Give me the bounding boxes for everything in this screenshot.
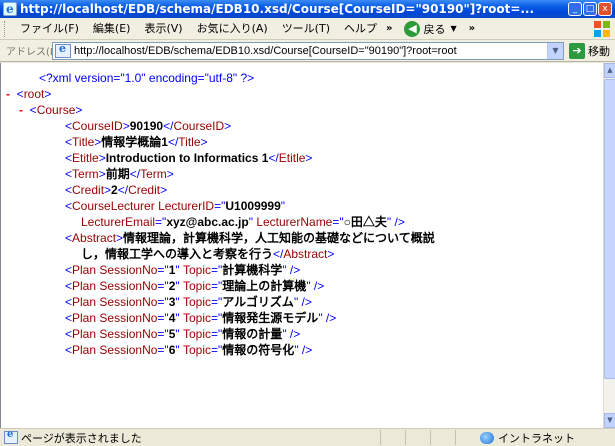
status-divider — [405, 430, 406, 445]
course-tag: Course — [36, 103, 76, 117]
scroll-up-icon[interactable]: ▲ — [604, 63, 615, 78]
vertical-scrollbar[interactable]: ▲ ▼ — [603, 63, 615, 428]
status-divider — [380, 430, 381, 445]
title-element: <Title>情報学概論1</Title> — [65, 135, 208, 149]
credit-element: <Credit>2</Credit> — [65, 183, 168, 197]
address-input[interactable]: http://localhost/EDB/schema/EDB10.xsd/Co… — [52, 41, 564, 60]
menu-bar: ファイル(F) 編集(E) 表示(V) お気に入り(A) ツール(T) ヘルプ … — [0, 18, 615, 40]
root-tag: root — [23, 87, 45, 101]
zone-label: イントラネット — [498, 431, 575, 445]
scroll-thumb[interactable] — [604, 79, 615, 379]
go-label: 移動 — [588, 44, 610, 58]
address-dropdown-icon[interactable]: ▼ — [547, 42, 563, 59]
term-element: <Term>前期</Term> — [65, 167, 174, 181]
window-title: http://localhost/EDB/schema/EDB10.xsd/Co… — [20, 2, 535, 16]
menu-favorites[interactable]: お気に入り(A) — [190, 19, 275, 39]
collapse-root-toggle[interactable]: - — [6, 87, 10, 101]
lecturer-attrs: LecturerEmail="xyz@abc.ac.jp" LecturerNa… — [81, 215, 405, 229]
abstract-line1: 情報理論，計算機科学，人工知能の基礎などについて概説 — [123, 231, 435, 245]
status-divider — [430, 430, 431, 445]
etitle-value: Introduction to Informatics 1 — [105, 151, 269, 165]
back-button[interactable]: ◀ 戻る ▼ — [400, 20, 460, 37]
status-text: ページが表示されました — [21, 431, 142, 445]
course-node: - <Course> — [19, 103, 83, 117]
security-zone[interactable]: イントラネット — [480, 430, 575, 446]
go-arrow-icon: ➔ — [569, 42, 585, 59]
plan-element: <Plan SessionNo="1" Topic="計算機科学" /> — [65, 263, 301, 277]
collapse-course-toggle[interactable]: - — [19, 103, 23, 117]
back-label: 戻る — [423, 22, 446, 36]
close-button[interactable]: x — [598, 2, 612, 16]
abstract-line2: し，情報工学への導入と考察を行う — [81, 247, 274, 261]
menu-help[interactable]: ヘルプ — [337, 19, 384, 39]
courseid-element: <CourseID>90190</CourseID> — [65, 119, 232, 133]
plan-element: <Plan SessionNo="5" Topic="情報の計量" /> — [65, 327, 301, 341]
intranet-icon — [480, 431, 494, 444]
menu-chevron-icon[interactable]: » — [386, 23, 392, 34]
lecturer-email-value: xyz@abc.ac.jp — [166, 215, 249, 229]
scroll-down-icon[interactable]: ▼ — [604, 413, 615, 428]
etitle-element: <Etitle>Introduction to Informatics 1</E… — [65, 151, 313, 165]
page-icon — [55, 42, 71, 58]
menu-edit[interactable]: 編集(E) — [86, 19, 138, 39]
lecturer-name-value: ○田△夫 — [343, 215, 387, 229]
windows-logo-icon — [594, 21, 610, 37]
maximize-button[interactable]: □ — [583, 2, 597, 16]
back-arrow-icon: ◀ — [404, 20, 421, 37]
go-button[interactable]: ➔ 移動 — [569, 42, 610, 59]
page-done-icon — [4, 429, 18, 444]
xml-content: <?xml version="1.0" encoding="utf-8" ?> … — [0, 63, 603, 428]
ie-icon — [3, 0, 17, 18]
toolbar-grip[interactable] — [4, 20, 7, 37]
title-value: 情報学概論1 — [101, 135, 168, 149]
menu-tools[interactable]: ツール(T) — [275, 19, 337, 39]
lecturer-element: <CourseLecturer LecturerID="U1009999" — [65, 199, 286, 213]
courseid-value: 90190 — [129, 119, 164, 133]
lecturer-id-value: U1009999 — [225, 199, 281, 213]
address-bar: アドレス(D) http://localhost/EDB/schema/EDB1… — [0, 40, 615, 62]
plan-element: <Plan SessionNo="2" Topic="理論上の計算機" /> — [65, 279, 325, 293]
status-divider — [455, 430, 456, 445]
status-bar: ページが表示されました イントラネット — [0, 428, 615, 446]
xml-declaration: <?xml version="1.0" encoding="utf-8" ?> — [39, 71, 255, 85]
toolbar-chevron-icon[interactable]: » — [469, 23, 475, 34]
root-node: - <root> — [6, 87, 52, 101]
credit-value: 2 — [111, 183, 118, 197]
abstract-continuation: し，情報工学への導入と考察を行う</Abstract> — [81, 247, 335, 261]
address-url[interactable]: http://localhost/EDB/schema/EDB10.xsd/Co… — [74, 45, 544, 57]
plan-element: <Plan SessionNo="6" Topic="情報の符号化" /> — [65, 343, 313, 357]
title-bar: http://localhost/EDB/schema/EDB10.xsd/Co… — [0, 0, 615, 18]
back-dropdown-icon[interactable]: ▼ — [450, 24, 456, 33]
minimize-button[interactable]: _ — [568, 2, 582, 16]
abstract-element: <Abstract>情報理論，計算機科学，人工知能の基礎などについて概説 — [65, 231, 435, 245]
plan-element: <Plan SessionNo="4" Topic="情報発生源モデル" /> — [65, 311, 337, 325]
address-label: アドレス(D) — [6, 47, 62, 58]
menu-file[interactable]: ファイル(F) — [13, 19, 86, 39]
menu-view[interactable]: 表示(V) — [137, 19, 189, 39]
plan-element: <Plan SessionNo="3" Topic="アルゴリズム" /> — [65, 295, 312, 309]
term-value: 前期 — [105, 167, 130, 181]
